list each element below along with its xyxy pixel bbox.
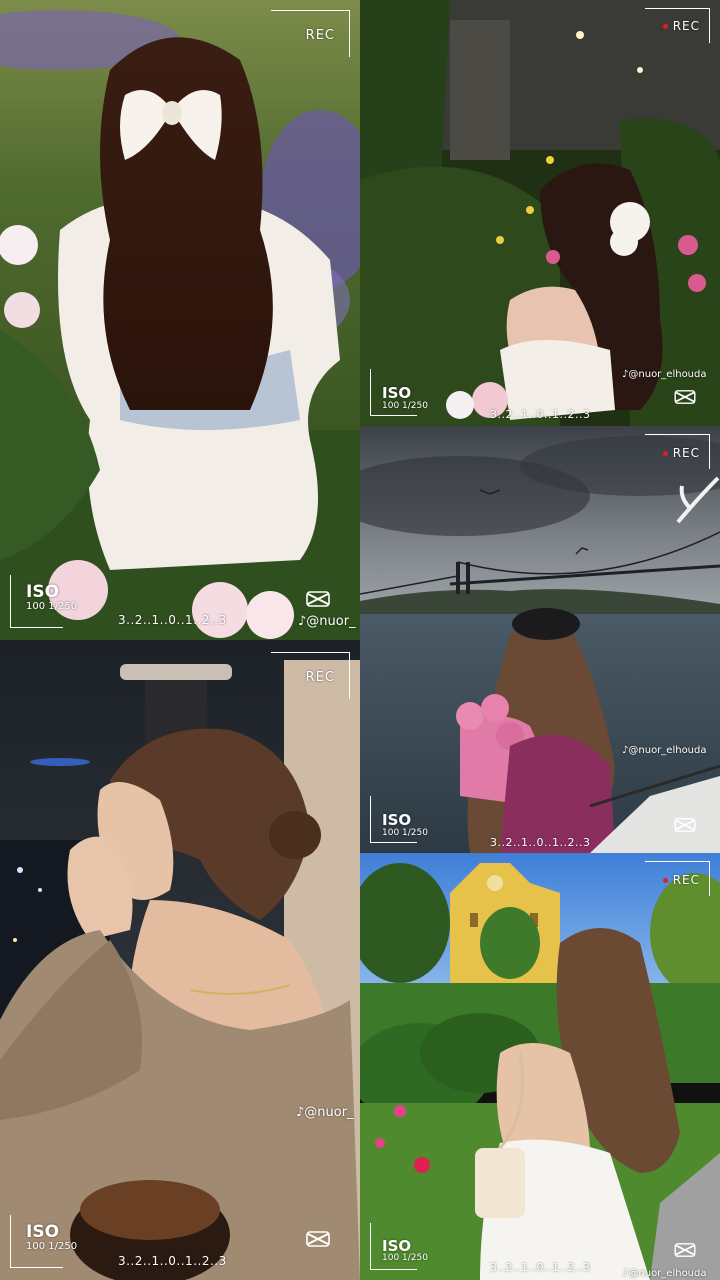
tiktok-handle: ♪@nuor_elhouda: [622, 369, 707, 380]
roses-photo: [360, 0, 720, 426]
tiktok-handle: ♪@nuor_: [298, 614, 356, 629]
park-photo: [360, 853, 720, 1280]
rec-dot: [662, 878, 668, 883]
rec-dot: [662, 451, 668, 456]
bosphorus-photo: [360, 426, 720, 853]
countdown-text: 3..2..1..0..1..2..3: [490, 836, 591, 849]
rec-indicator: REC: [305, 28, 335, 43]
tile-night-city-girl: REC ♪@nuor_ ISO 100 1/250 3..2..1..0..1.…: [0, 640, 360, 1280]
rec-dot: [662, 24, 668, 29]
rec-indicator: REC: [662, 873, 700, 887]
capcut-icon: [674, 1243, 696, 1257]
countdown-text: 3..2..1..0..1..2..3: [490, 1261, 591, 1274]
rec-indicator: REC: [662, 19, 700, 33]
iso-label: ISO: [26, 582, 60, 602]
countdown-text: 3..2..1..0..1..2..3: [490, 408, 591, 421]
iso-detail: 100 1/250: [382, 1253, 428, 1263]
iso-detail: 100 1/250: [26, 1241, 78, 1252]
countdown-text: 3..2..1..0..1..2..3: [118, 1254, 227, 1268]
countdown-text: 3..2..1..0..1..2..3: [118, 613, 227, 627]
iso-label: ISO: [26, 1222, 60, 1242]
iso-detail: 100 1/250: [382, 401, 428, 411]
capcut-icon: [674, 818, 696, 832]
iso-detail: 100 1/250: [382, 828, 428, 838]
garden-photo: [0, 0, 360, 640]
night-city-photo: [0, 640, 360, 1280]
tiktok-handle: ♪@nuor_: [296, 1105, 354, 1120]
rec-indicator: REC: [662, 446, 700, 460]
capcut-icon: [674, 390, 696, 404]
iso-detail: 100 1/250: [26, 601, 78, 612]
iso-label: ISO: [382, 811, 412, 829]
tile-bosphorus-bridge-girl: REC ♪@nuor_elhouda ISO 100 1/250 3..2..1…: [360, 426, 720, 853]
iso-label: ISO: [382, 384, 412, 402]
tiktok-handle: ♪@nuor_elhouda: [622, 745, 707, 756]
capcut-icon: [306, 1231, 330, 1247]
capcut-icon: [306, 591, 330, 607]
tile-garden-bow-girl: REC ISO 100 1/250 3..2..1..0..1..2..3 ♪@…: [0, 0, 360, 640]
rec-indicator: REC: [305, 670, 335, 685]
tiktok-handle: ♪@nuor_elhouda: [622, 1268, 707, 1279]
photo-collage: REC ISO 100 1/250 3..2..1..0..1..2..3 ♪@…: [0, 0, 720, 1280]
tile-park-building-girl: REC ISO 100 1/250 3..2..1..0..1..2..3 ♪@…: [360, 853, 720, 1280]
tile-roses-hair-girl: REC ISO 100 1/250 3..2..1..0..1..2..3 ♪@…: [360, 0, 720, 426]
